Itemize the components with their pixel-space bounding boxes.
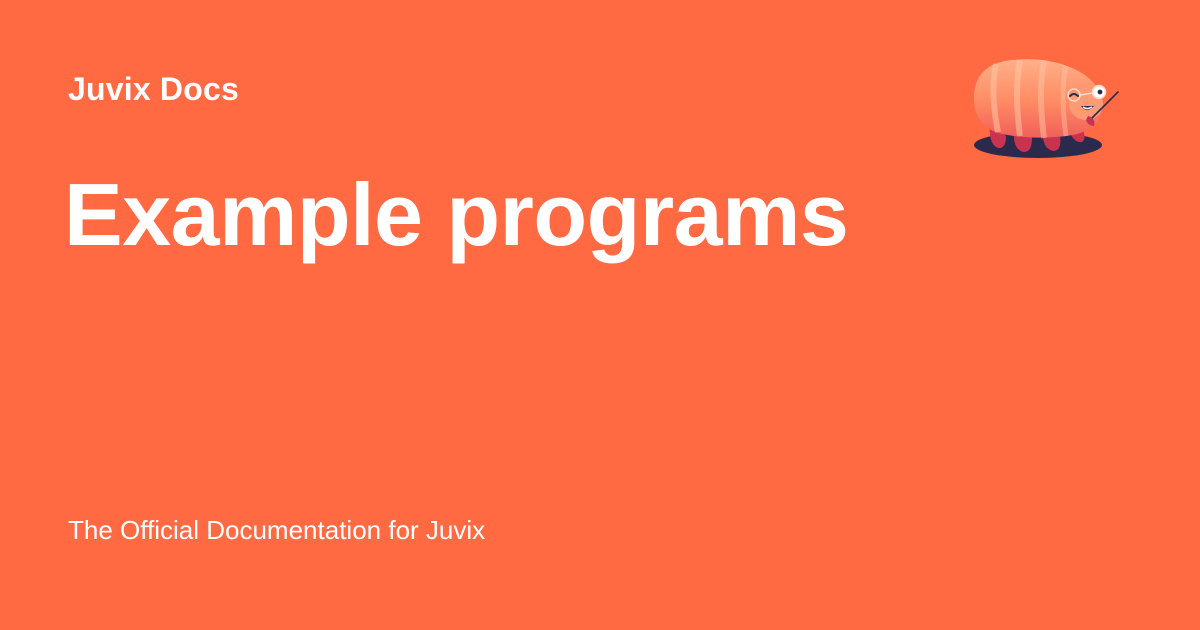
juvix-tardigrade-mascot-icon	[973, 59, 1119, 158]
social-card: Juvix Docs Example programs The Official…	[0, 0, 1200, 630]
site-description: The Official Documentation for Juvix	[68, 515, 486, 545]
page-title: Example programs	[64, 165, 849, 264]
site-name: Juvix Docs	[68, 71, 239, 107]
